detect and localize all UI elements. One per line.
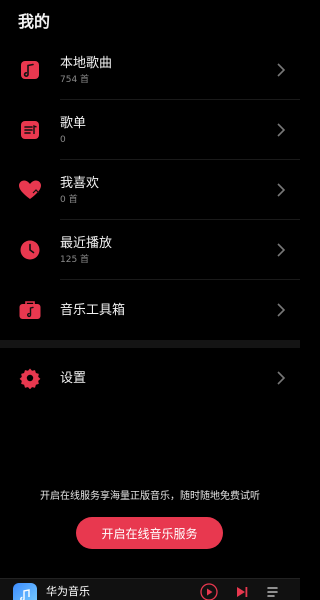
next-icon[interactable]: [233, 583, 251, 600]
item-label: 本地歌曲: [60, 55, 113, 71]
chevron-right-icon: [277, 63, 286, 77]
item-label: 音乐工具箱: [60, 302, 126, 318]
list-item-recent[interactable]: 最近播放 125 首: [0, 220, 300, 280]
local-music-icon: [18, 58, 42, 82]
app-logo: [13, 583, 37, 600]
item-count: 0: [60, 134, 66, 145]
list-item-toolbox[interactable]: 音乐工具箱: [0, 280, 300, 340]
enable-online-service-button[interactable]: 开启在线音乐服务: [76, 517, 223, 549]
play-icon[interactable]: [200, 583, 218, 600]
promo-text: 开启在线服务享海量正版音乐，随时随地免费试听: [40, 491, 260, 502]
chevron-right-icon: [277, 243, 286, 257]
list-item-playlists[interactable]: 歌单 0: [0, 100, 300, 160]
chevron-right-icon: [277, 123, 286, 137]
list-item-favorites[interactable]: 我喜欢 0 首: [0, 160, 300, 220]
list-item-local-songs[interactable]: 本地歌曲 754 首: [0, 40, 300, 100]
item-count: 754 首: [60, 74, 90, 85]
item-count: 125 首: [60, 254, 90, 265]
item-label: 最近播放: [60, 235, 113, 251]
chevron-right-icon: [277, 303, 286, 317]
item-label: 歌单: [60, 115, 87, 131]
item-label: 我喜欢: [60, 175, 100, 191]
list-item-settings[interactable]: 设置: [0, 348, 300, 408]
chevron-right-icon: [277, 371, 286, 385]
library-list: 本地歌曲 754 首 歌单 0 我喜欢 0 首 最近播放 125 首 音乐工具箱: [0, 40, 300, 340]
page-title: 我的: [18, 12, 51, 31]
queue-icon[interactable]: [265, 583, 283, 600]
chevron-right-icon: [277, 183, 286, 197]
player-title: 华为音乐: [46, 585, 90, 598]
gear-icon: [18, 366, 42, 390]
section-divider: [0, 340, 300, 348]
item-count: 0 首: [60, 194, 78, 205]
clock-icon: [18, 238, 42, 262]
mini-player[interactable]: 华为音乐: [0, 578, 300, 600]
playlist-icon: [18, 118, 42, 142]
settings-label: 设置: [60, 370, 87, 386]
toolbox-icon: [18, 298, 42, 322]
heart-icon: [18, 178, 42, 202]
